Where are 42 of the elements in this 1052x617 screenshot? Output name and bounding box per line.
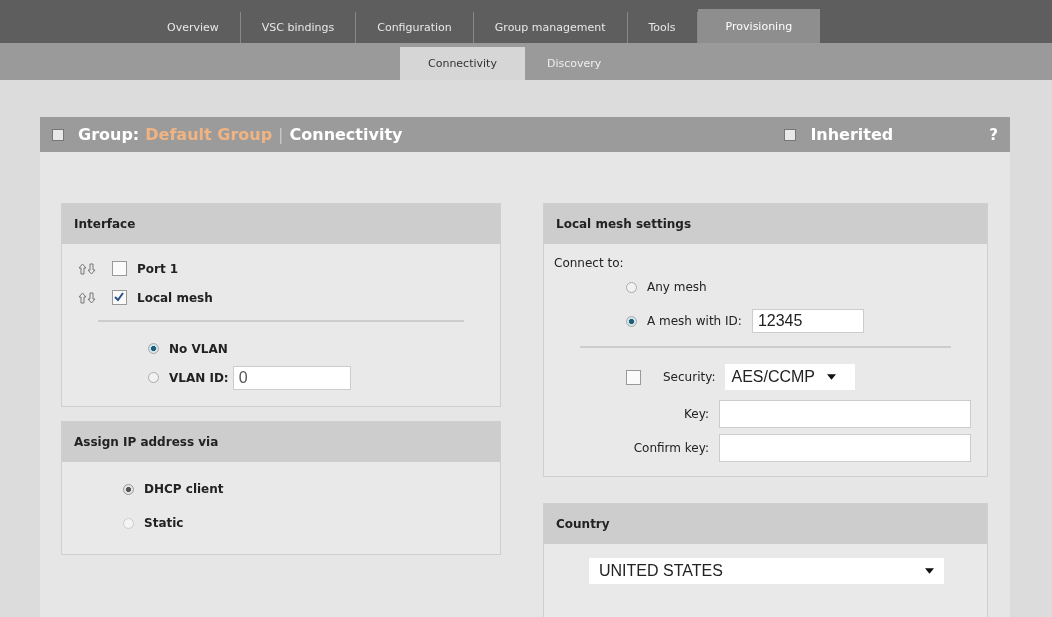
- security-label: Security:: [663, 370, 716, 384]
- sub-tab[interactable]: Connectivity: [400, 47, 525, 80]
- up-down-arrows-icon[interactable]: [78, 291, 96, 304]
- option-label: A mesh with ID:: [647, 314, 742, 328]
- radio-button[interactable]: [626, 315, 637, 327]
- inherited-checkbox[interactable]: [784, 128, 797, 141]
- group-label: Group:: [78, 125, 140, 144]
- checkbox[interactable]: [112, 290, 127, 305]
- country-dropdown[interactable]: UNITED STATES: [589, 558, 944, 584]
- section-title: Local mesh settings: [544, 204, 987, 244]
- checkbox[interactable]: [112, 261, 127, 276]
- connect-label: Connect to:: [554, 256, 625, 270]
- nav-tab[interactable]: Provisioning: [697, 9, 821, 43]
- vlan-label: No VLAN: [169, 341, 228, 356]
- group-name: Default Group: [145, 125, 273, 144]
- radio-button[interactable]: [148, 372, 159, 383]
- checkbox[interactable]: [626, 369, 641, 385]
- panel-title: Connectivity: [289, 125, 403, 144]
- port-label: Local mesh: [137, 290, 213, 305]
- section-title: Interface: [62, 204, 500, 244]
- confirm-key-field[interactable]: [719, 434, 971, 462]
- mesh-id-field[interactable]: 12345: [751, 309, 864, 333]
- section-title: Country: [544, 504, 987, 544]
- checkbox[interactable]: [52, 128, 64, 141]
- key-field[interactable]: [719, 400, 971, 428]
- section-title: Assign IP address via: [62, 422, 500, 462]
- security-dropdown[interactable]: AES/CCMP: [725, 364, 856, 390]
- up-down-arrows-icon[interactable]: [78, 262, 96, 275]
- option-label: DHCP client: [144, 482, 224, 496]
- confirm-key-label: Confirm key:: [633, 441, 709, 455]
- inherited-label: Inherited: [810, 125, 894, 144]
- vlan-label: VLAN ID:: [169, 370, 229, 385]
- port-label: Port 1: [137, 261, 179, 276]
- radio-button[interactable]: [148, 343, 159, 354]
- key-label: Key:: [684, 407, 709, 421]
- option-label: Static: [144, 516, 184, 530]
- separator: |: [278, 125, 284, 144]
- caret-icon: [827, 374, 837, 380]
- option-label: Any mesh: [647, 280, 707, 294]
- caret-icon: [925, 568, 934, 574]
- radio-button[interactable]: [626, 281, 637, 293]
- vlan-id-field[interactable]: 0: [232, 365, 351, 390]
